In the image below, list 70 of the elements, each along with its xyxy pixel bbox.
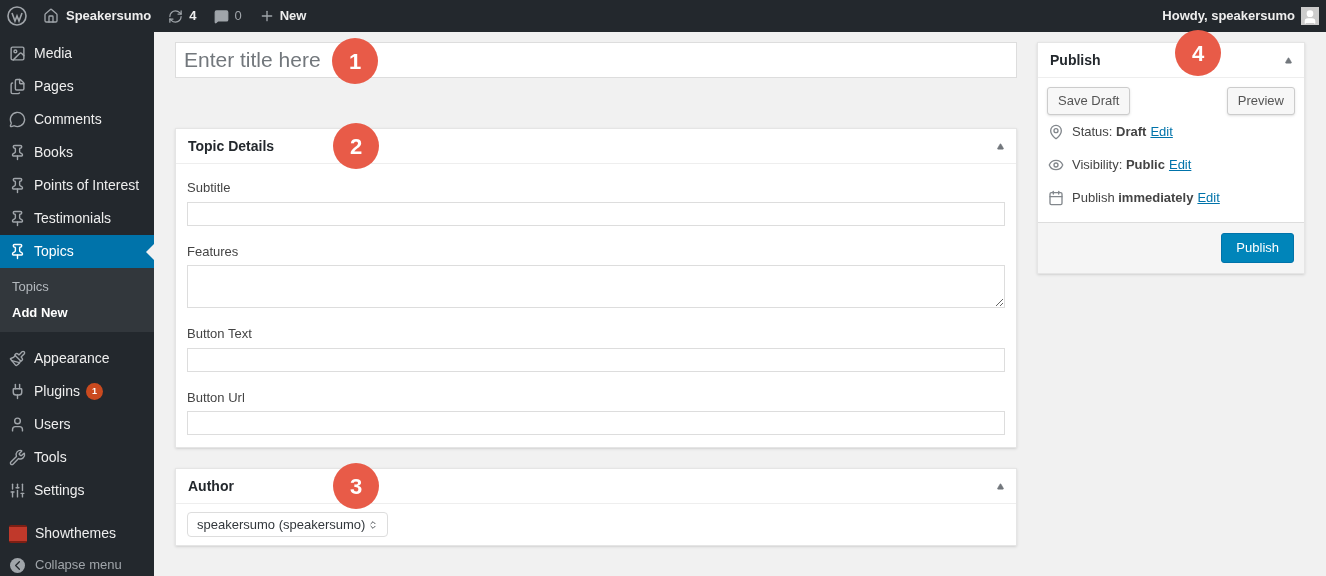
collapse-toggle-icon[interactable]: [997, 142, 1004, 150]
collapse-menu-button[interactable]: Collapse menu: [0, 554, 154, 576]
site-link[interactable]: Speakersumo: [43, 6, 152, 26]
text-field[interactable]: [187, 201, 1005, 226]
text-field[interactable]: [187, 347, 1005, 372]
logo-icon[interactable]: [7, 6, 27, 26]
field-label: Button Url: [187, 388, 246, 407]
sidebar-item[interactable]: Comments: [0, 103, 154, 136]
edit-link[interactable]: Edit: [1150, 121, 1173, 142]
wrench-icon: [9, 449, 26, 466]
panel-title: Topic Details: [188, 136, 275, 156]
home-icon: [43, 8, 59, 24]
pin-icon: [1048, 123, 1064, 140]
sidebar-item[interactable]: Testimonials: [0, 202, 154, 235]
pin-icon: [9, 144, 26, 161]
submenu-item[interactable]: Topics: [0, 274, 154, 300]
sidebar-item[interactable]: Media: [0, 37, 154, 70]
field-label: Button Text: [187, 325, 253, 343]
active-pointer-icon: [146, 243, 154, 260]
panel-title: Author: [188, 476, 234, 496]
updown-arrows-icon: [368, 519, 379, 530]
updates-link[interactable]: 4: [168, 6, 197, 26]
speech-bubble-icon: [9, 111, 26, 128]
sidebar-item[interactable]: Books: [0, 136, 154, 169]
collapse-toggle-icon[interactable]: [1285, 56, 1292, 64]
pages-icon: [9, 78, 26, 95]
sidebar-item[interactable]: Topics: [0, 235, 154, 268]
calendar-icon: [1048, 189, 1064, 206]
edit-link[interactable]: Edit: [1197, 187, 1220, 208]
panel-title: Publish: [1050, 50, 1101, 70]
pin-icon: [9, 243, 26, 260]
number-marker: 3: [333, 463, 379, 509]
logo-icon: [9, 524, 27, 543]
status-text: Visibility: Public: [1072, 155, 1165, 174]
pin-icon: [9, 210, 26, 227]
text-field[interactable]: [187, 411, 1005, 435]
collapse-icon: [10, 557, 25, 573]
status-text: Status: Draft: [1072, 122, 1147, 141]
preview-button[interactable]: Preview: [1226, 87, 1295, 115]
author-select[interactable]: speakersumo (speakersumo): [187, 512, 389, 538]
new-link[interactable]: New: [258, 6, 307, 26]
sidebar-item[interactable]: Appearance: [0, 342, 154, 375]
publish-button[interactable]: Publish: [1221, 233, 1294, 263]
speech-bubble-icon: [213, 8, 229, 24]
edit-link[interactable]: Edit: [1168, 154, 1192, 175]
refresh-icon: [168, 8, 184, 24]
number-marker: 1: [332, 38, 378, 84]
collapse-toggle-icon[interactable]: [997, 482, 1004, 490]
account-link[interactable]: Howdy, speakersumo: [1162, 6, 1319, 26]
comments-link[interactable]: 0: [213, 6, 242, 26]
status-text: Publish immediately: [1072, 188, 1194, 207]
number-marker: 4: [1175, 30, 1221, 76]
person-icon: [9, 416, 26, 433]
sidebar-item[interactable]: Showthemes: [0, 517, 154, 550]
sidebar-item[interactable]: Tools: [0, 441, 154, 474]
count-badge: 1: [85, 383, 103, 400]
submenu-item[interactable]: Add New: [0, 300, 154, 326]
sidebar-item[interactable]: Plugins 1: [0, 375, 154, 408]
sidebar-item[interactable]: Pages: [0, 70, 154, 103]
sidebar-item[interactable]: Users: [0, 408, 154, 441]
paintbrush-icon: [9, 350, 26, 367]
field-label: Subtitle: [187, 179, 232, 197]
number-marker: 2: [333, 123, 379, 169]
sidebar-item[interactable]: Points of Interest: [0, 169, 154, 202]
field-label: Features: [187, 242, 240, 261]
media-icon: [9, 45, 26, 62]
pin-icon: [9, 177, 26, 194]
sliders-icon: [9, 482, 26, 499]
save-draft-button[interactable]: Save Draft: [1047, 87, 1131, 115]
sidebar-item[interactable]: Settings: [0, 474, 154, 507]
